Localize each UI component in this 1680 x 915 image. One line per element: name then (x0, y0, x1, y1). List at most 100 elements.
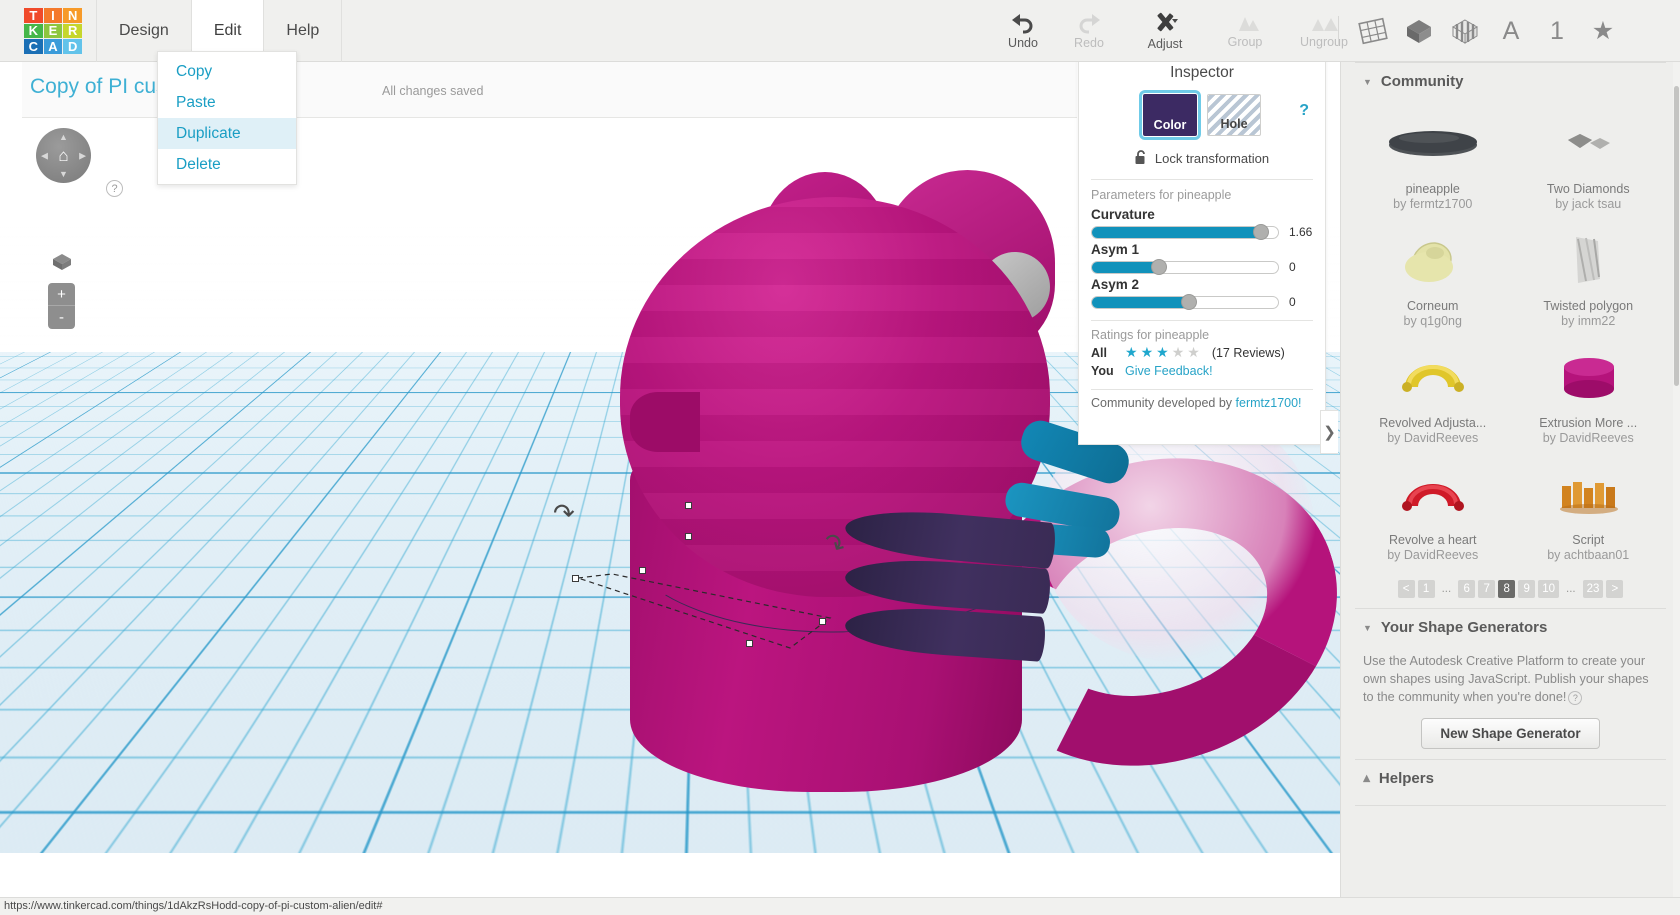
community-author-link[interactable]: fermtz1700! (1236, 396, 1302, 410)
rating-all-row: All ★ ★ ★ ★ ★ (17 Reviews) (1079, 344, 1325, 361)
shape-card-script[interactable]: Script by achtbaan01 (1511, 455, 1667, 572)
param-slider[interactable] (1091, 224, 1279, 240)
number-one-icon[interactable]: 1 (1537, 11, 1577, 51)
nav-up-icon[interactable]: ▲ (59, 132, 68, 142)
pagination-page[interactable]: 10 (1538, 580, 1559, 598)
star-icon[interactable]: ★ (1187, 344, 1200, 361)
zoom-in-button[interactable]: + (48, 283, 75, 306)
shape-name: Twisted polygon (1543, 299, 1634, 313)
design-title[interactable]: Copy of PI cus (30, 75, 167, 99)
sidebar-scrollbar[interactable] (1673, 62, 1680, 915)
logo-tile-r: R (63, 23, 82, 39)
fit-to-view-cube-icon[interactable] (51, 252, 73, 272)
tinkercad-logo[interactable]: T I N K E R C A D (24, 8, 82, 54)
color-swatch-button[interactable]: Color (1139, 90, 1201, 140)
rotate-handle-icon[interactable]: ↷ (553, 498, 575, 529)
pagination-page[interactable]: 23 (1582, 580, 1604, 598)
hole-cube-icon[interactable] (1445, 11, 1485, 51)
shape-name: Revolve a heart (1388, 533, 1477, 547)
selection-handle[interactable] (572, 575, 579, 582)
selection-handle[interactable] (746, 640, 753, 647)
scrollbar-thumb[interactable] (1674, 86, 1679, 386)
chevron-down-icon: ▼ (1363, 622, 1372, 633)
selection-handle[interactable] (639, 567, 646, 574)
star-icon[interactable]: ★ (1141, 344, 1154, 361)
view-navigation-widget[interactable]: ▲ ▼ ◀ ▶ ⌂ ? + - (36, 128, 156, 329)
shape-card-twisted-polygon[interactable]: Twisted polygon by imm22 (1511, 221, 1667, 338)
pagination-page-current[interactable]: 8 (1498, 580, 1516, 598)
star-rating[interactable]: ★ ★ ★ ★ ★ (1125, 344, 1200, 361)
community-section-title: Community (1380, 73, 1464, 90)
lock-open-icon (1135, 149, 1148, 168)
selection-handle[interactable] (685, 533, 692, 540)
group-button[interactable]: Group (1208, 2, 1282, 60)
undo-button[interactable]: Undo (990, 2, 1056, 60)
home-view-button[interactable]: ▲ ▼ ◀ ▶ ⌂ (36, 128, 91, 183)
shape-name: Revolved Adjusta... (1379, 416, 1487, 430)
pagination-page[interactable]: 1 (1417, 580, 1435, 598)
rating-you-label: You (1091, 364, 1114, 378)
star-icon[interactable]: ★ (1583, 11, 1623, 51)
menu-item-copy[interactable]: Copy (158, 56, 296, 87)
shape-author: by q1g0ng (1403, 314, 1462, 328)
pagination-next[interactable]: > (1606, 580, 1624, 598)
nav-right-icon[interactable]: ▶ (79, 150, 86, 161)
shape-name: Extrusion More ... (1539, 416, 1638, 430)
pagination-prev[interactable]: < (1397, 580, 1415, 598)
nav-left-icon[interactable]: ◀ (41, 150, 48, 161)
group-icon (1239, 17, 1259, 31)
hole-swatch-label: Hole (1220, 117, 1248, 131)
zoom-out-button[interactable]: - (48, 306, 75, 329)
pagination-page[interactable]: 9 (1518, 580, 1536, 598)
pagination-page[interactable]: 6 (1458, 580, 1476, 598)
rating-all-label: All (1091, 345, 1107, 360)
param-slider[interactable] (1091, 294, 1279, 310)
nav-down-icon[interactable]: ▼ (59, 169, 68, 179)
shape-card-revolved-adjustable[interactable]: Revolved Adjusta... by DavidReeves (1355, 338, 1511, 455)
shape-card-revolve-a-heart[interactable]: Revolve a heart by DavidReeves (1355, 455, 1511, 572)
star-icon[interactable]: ★ (1125, 344, 1138, 361)
community-developed-by: Community developed by fermtz1700! (1079, 390, 1325, 410)
shape-card-pineapple[interactable]: pineapple by fermtz1700 (1355, 104, 1511, 221)
lock-transformation-row[interactable]: Lock transformation (1079, 149, 1325, 168)
param-slider[interactable] (1091, 259, 1279, 275)
shape-card-extrusion-more[interactable]: Extrusion More ... by DavidReeves (1511, 338, 1667, 455)
shape-author: by DavidReeves (1542, 431, 1634, 445)
redo-icon (1079, 14, 1100, 34)
sidebar-section-helpers[interactable]: ▶ Helpers (1341, 760, 1680, 795)
sidebar-section-community[interactable]: ▼ Community (1341, 63, 1680, 98)
sidebar-section-shape-generators[interactable]: ▼ Your Shape Generators (1341, 609, 1680, 644)
selection-handle[interactable] (819, 618, 826, 625)
zoom-controls[interactable]: + - (48, 283, 75, 329)
edit-menu-dropdown: Copy Paste Duplicate Delete (157, 51, 297, 185)
lock-transformation-label: Lock transformation (1154, 151, 1270, 166)
workplane-icon[interactable] (1353, 11, 1393, 51)
undo-icon (1012, 14, 1033, 34)
shape-generators-help-icon[interactable]: ? (1568, 690, 1583, 705)
selection-handle[interactable] (685, 502, 692, 509)
undo-label: Undo (1008, 36, 1038, 50)
star-icon[interactable]: ★ (1172, 344, 1185, 361)
hole-swatch-button[interactable]: Hole (1207, 94, 1261, 136)
new-shape-generator-button[interactable]: New Shape Generator (1421, 718, 1600, 749)
status-url: https://www.tinkercad.com/things/1dAkzRs… (4, 900, 383, 912)
viewport-help-icon[interactable]: ? (106, 180, 123, 197)
star-icon[interactable]: ★ (1156, 344, 1169, 361)
home-icon[interactable]: ⌂ (58, 146, 68, 166)
redo-button[interactable]: Redo (1056, 2, 1122, 60)
helpers-title: Helpers (1378, 770, 1434, 787)
menu-item-paste[interactable]: Paste (158, 87, 296, 118)
inspector-help-icon[interactable]: ? (1299, 102, 1309, 120)
text-a-icon[interactable]: A (1491, 11, 1531, 51)
menu-item-delete[interactable]: Delete (158, 149, 296, 180)
adjust-button[interactable]: Adjust (1122, 2, 1208, 60)
inspector-collapse-button[interactable]: ❯ (1320, 410, 1338, 454)
solid-cube-icon[interactable] (1399, 11, 1439, 51)
logo-tile-a: A (43, 39, 63, 54)
give-feedback-link[interactable]: Give Feedback! (1125, 364, 1213, 378)
shape-card-two-diamonds[interactable]: Two Diamonds by jack tsau (1511, 104, 1667, 221)
logo-tile-e: E (43, 23, 63, 39)
menu-item-duplicate[interactable]: Duplicate (158, 118, 296, 149)
pagination-page[interactable]: 7 (1478, 580, 1496, 598)
shape-card-corneum[interactable]: Corneum by q1g0ng (1355, 221, 1511, 338)
